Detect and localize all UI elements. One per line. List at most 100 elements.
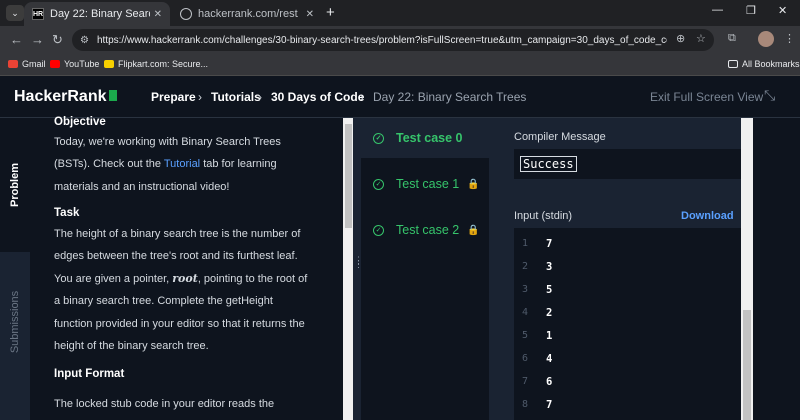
input-format-heading: Input Format bbox=[54, 368, 125, 380]
task-line: height of the binary search tree. bbox=[54, 340, 209, 352]
lock-icon: 🔒 bbox=[467, 224, 480, 236]
youtube-icon bbox=[50, 60, 60, 68]
globe-icon bbox=[180, 8, 192, 20]
breadcrumb-separator-icon: › bbox=[360, 90, 364, 104]
close-tab-icon[interactable]: ✕ bbox=[154, 9, 162, 20]
compiler-message-box: Success bbox=[514, 149, 741, 179]
task-line: function provided in your editor so that… bbox=[54, 318, 305, 330]
tab-problem[interactable]: Problem bbox=[0, 118, 30, 252]
exit-fullscreen-icon[interactable]: ⤡ bbox=[764, 87, 775, 104]
zoom-icon[interactable]: ⊕ bbox=[676, 32, 685, 45]
test-output-panel: Compiler Message Success Input (stdin) D… bbox=[489, 118, 741, 420]
minimize-icon[interactable]: — bbox=[712, 4, 723, 16]
exit-fullscreen-link[interactable]: Exit Full Screen View bbox=[650, 90, 763, 104]
tab-title: Day 22: Binary Search Trees | HackerRank bbox=[50, 8, 150, 20]
stdin-value: 7 bbox=[546, 238, 553, 250]
breadcrumb-current: Day 22: Binary Search Trees bbox=[373, 90, 527, 104]
objective-heading: Objective bbox=[54, 116, 106, 128]
line-number: 1 bbox=[522, 238, 529, 249]
stdin-value: 1 bbox=[546, 330, 553, 342]
problem-statement: Objective Today, we're working with Bina… bbox=[30, 116, 330, 420]
breadcrumb-separator-icon: › bbox=[258, 90, 262, 104]
output-scrollbar-thumb[interactable] bbox=[743, 310, 751, 420]
forward-icon[interactable]: → bbox=[31, 32, 44, 47]
flipkart-icon bbox=[104, 60, 114, 68]
breadcrumb-separator-icon: › bbox=[198, 90, 202, 104]
restore-icon[interactable]: ❐ bbox=[746, 4, 756, 17]
stdin-value: 6 bbox=[546, 376, 553, 388]
tab-submissions[interactable]: Submissions bbox=[0, 252, 30, 392]
stdin-value: 4 bbox=[546, 353, 553, 365]
task-line: edges between the tree's root and its fu… bbox=[54, 250, 298, 262]
close-tab-icon[interactable]: ✕ bbox=[306, 9, 314, 20]
math-root: root bbox=[172, 272, 198, 285]
test-case-0[interactable]: ✓ Test case 0 bbox=[361, 118, 489, 158]
tutorial-link[interactable]: Tutorial bbox=[164, 158, 200, 170]
breadcrumb-30-days[interactable]: 30 Days of Code bbox=[271, 90, 364, 104]
test-case-2[interactable]: ✓ Test case 2 🔒 bbox=[361, 210, 489, 250]
stdin-value: 5 bbox=[546, 284, 553, 296]
new-tab-icon[interactable]: + bbox=[326, 4, 335, 21]
test-case-1[interactable]: ✓ Test case 1 🔒 bbox=[361, 164, 489, 204]
bookmark-youtube[interactable]: YouTube bbox=[50, 59, 99, 69]
address-bar-row: ← → ↻ ⚙ https://www.hackerrank.com/chall… bbox=[0, 26, 800, 54]
tab-rest-contests[interactable]: hackerrank.com/rest/contests/master ✕ bbox=[172, 2, 322, 26]
stdin-box: 1 7 2 3 3 5 4 2 5 1 6 4 7 6 8 7 bbox=[514, 228, 741, 420]
compiler-message-value: Success bbox=[520, 156, 577, 172]
hackerrank-favicon-icon: HR bbox=[32, 8, 44, 20]
download-link[interactable]: Download bbox=[681, 210, 734, 222]
browser-tab-strip: ⌄ HR Day 22: Binary Search Trees | Hacke… bbox=[0, 0, 800, 26]
url-bar[interactable]: ⚙ https://www.hackerrank.com/challenges/… bbox=[72, 29, 714, 51]
profile-avatar[interactable] bbox=[758, 31, 774, 47]
url-text[interactable]: https://www.hackerrank.com/challenges/30… bbox=[97, 35, 667, 46]
objective-line: Today, we're working with Binary Search … bbox=[54, 136, 281, 148]
tab-search-button[interactable]: ⌄ bbox=[6, 5, 24, 21]
problem-scrollbar-thumb[interactable] bbox=[345, 124, 352, 228]
check-icon: ✓ bbox=[373, 224, 384, 236]
window-close-icon[interactable]: ✕ bbox=[778, 4, 787, 17]
check-icon: ✓ bbox=[373, 132, 384, 144]
bookmarks-bar: Gmail YouTube Flipkart.com: Secure... Al… bbox=[0, 54, 800, 76]
compiler-message-label: Compiler Message bbox=[514, 131, 606, 143]
bookmark-gmail[interactable]: Gmail bbox=[8, 59, 46, 69]
check-icon: ✓ bbox=[373, 178, 384, 190]
stdin-value: 3 bbox=[546, 261, 553, 273]
bookmark-star-icon[interactable]: ☆ bbox=[696, 32, 706, 45]
back-icon[interactable]: ← bbox=[10, 32, 23, 47]
test-case-list: ✓ Test case 0 ✓ Test case 1 🔒 ✓ Test cas… bbox=[361, 118, 489, 420]
site-info-icon[interactable]: ⚙ bbox=[80, 35, 89, 46]
lock-icon: 🔒 bbox=[467, 178, 480, 190]
breadcrumb-prepare[interactable]: Prepare bbox=[151, 90, 196, 104]
reload-icon[interactable]: ↻ bbox=[52, 32, 63, 48]
hackerrank-logo[interactable]: HackerRank bbox=[14, 88, 117, 106]
stdin-value: 7 bbox=[546, 399, 553, 411]
line-number: 3 bbox=[522, 284, 529, 295]
side-tabs: Problem Submissions bbox=[0, 118, 30, 420]
right-margin bbox=[753, 118, 800, 420]
input-format-line: The locked stub code in your editor read… bbox=[54, 398, 275, 410]
objective-line: materials and an instructional video! bbox=[54, 181, 230, 193]
tab-hackerrank[interactable]: HR Day 22: Binary Search Trees | HackerR… bbox=[24, 2, 170, 26]
menu-icon[interactable]: ⋮ bbox=[784, 32, 795, 45]
panel-splitter[interactable] bbox=[353, 118, 361, 420]
task-line: You are given a pointer, root, pointing … bbox=[54, 272, 308, 285]
tab-title: hackerrank.com/rest/contests/master bbox=[198, 8, 298, 20]
all-bookmarks[interactable]: All Bookmarks bbox=[728, 59, 800, 69]
site-header: HackerRank Prepare › Tutorials › 30 Days… bbox=[0, 76, 800, 118]
task-line: The height of a binary search tree is th… bbox=[54, 228, 301, 240]
stdin-value: 2 bbox=[546, 307, 553, 319]
gmail-icon bbox=[8, 60, 18, 68]
line-number: 4 bbox=[522, 307, 529, 318]
line-number: 6 bbox=[522, 353, 529, 364]
line-number: 7 bbox=[522, 376, 529, 387]
bookmark-flipkart[interactable]: Flipkart.com: Secure... bbox=[104, 59, 208, 69]
extensions-icon[interactable]: ⧉ bbox=[728, 32, 736, 45]
objective-line: (BSTs). Check out the Tutorial tab for l… bbox=[54, 158, 277, 170]
stdin-label: Input (stdin) bbox=[514, 210, 573, 222]
breadcrumb-tutorials[interactable]: Tutorials bbox=[211, 90, 261, 104]
line-number: 8 bbox=[522, 399, 529, 410]
folder-icon bbox=[728, 60, 738, 68]
task-heading: Task bbox=[54, 207, 80, 219]
line-number: 2 bbox=[522, 261, 529, 272]
task-line: a binary search tree. Complete the getHe… bbox=[54, 295, 273, 307]
